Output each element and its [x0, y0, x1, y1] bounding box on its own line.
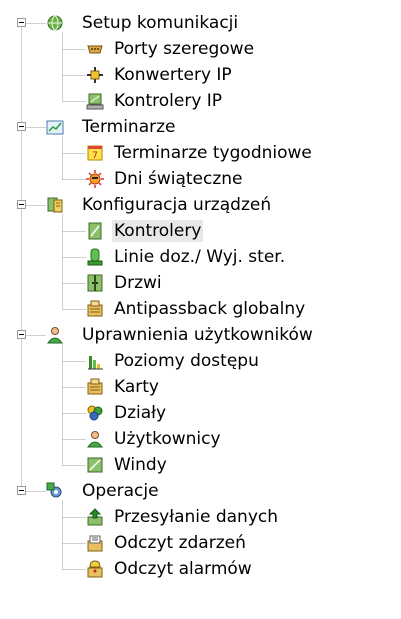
tree-item-drzwi[interactable]: Drzwi: [0, 270, 401, 296]
user-icon: [86, 430, 104, 448]
operations-gear-icon: [46, 482, 64, 500]
tree-item-label[interactable]: Odczyt alarmów: [112, 558, 254, 580]
tree-group-setup-komunikacji[interactable]: Setup komunikacji: [0, 10, 401, 36]
tree-item-label[interactable]: Odczyt zdarzeń: [112, 532, 248, 554]
collapse-toggle-icon[interactable]: [17, 200, 26, 209]
line-output-icon: [86, 248, 104, 266]
tree-item-odczyt-alarmow[interactable]: Odczyt alarmów: [0, 556, 401, 582]
tree-item-dni-swiateczne[interactable]: Dni świąteczne: [0, 166, 401, 192]
collapse-toggle-icon[interactable]: [17, 486, 26, 495]
tree-group-label[interactable]: Terminarze: [80, 116, 178, 138]
antipassback-icon: [86, 300, 104, 318]
tree-item-label[interactable]: Karty: [112, 376, 161, 398]
tree-item-label[interactable]: Antipassback globalny: [112, 298, 307, 320]
tree-item-konwertery-ip[interactable]: Konwertery IP: [0, 62, 401, 88]
read-alarms-icon: [86, 560, 104, 578]
tree-item-przesylanie-danych[interactable]: Przesyłanie danych: [0, 504, 401, 530]
collapse-toggle-icon[interactable]: [17, 18, 26, 27]
holiday-sun-icon: [86, 170, 104, 188]
users-permissions-icon: [46, 326, 64, 344]
tree-item-odczyt-zdarzen[interactable]: Odczyt zdarzeń: [0, 530, 401, 556]
data-transfer-icon: [86, 508, 104, 526]
tree-item-label[interactable]: Konwertery IP: [112, 64, 234, 86]
controller-icon: [86, 222, 104, 240]
departments-icon: [86, 404, 104, 422]
tree-item-label[interactable]: Użytkownicy: [112, 428, 223, 450]
navigation-tree: Setup komunikacji Porty szeregowe Konwerte…: [0, 0, 401, 619]
tree-item-karty[interactable]: Karty: [0, 374, 401, 400]
tree-group-konfiguracja-urzadzen[interactable]: Konfiguracja urządzeń: [0, 192, 401, 218]
tree-item-label[interactable]: Terminarze tygodniowe: [112, 142, 314, 164]
tree-item-uzytkownicy[interactable]: Użytkownicy: [0, 426, 401, 452]
tree-group-operacje[interactable]: Operacje: [0, 478, 401, 504]
cards-icon: [86, 378, 104, 396]
tree-group-label[interactable]: Setup komunikacji: [80, 12, 240, 34]
tree-item-label[interactable]: Przesyłanie danych: [112, 506, 280, 528]
tree-item-kontrolery[interactable]: Kontrolery: [0, 218, 401, 244]
tree-item-antipassback-globalny[interactable]: Antipassback globalny: [0, 296, 401, 322]
ip-converter-icon: [86, 66, 104, 84]
svg-text:7: 7: [92, 151, 98, 161]
collapse-toggle-icon[interactable]: [17, 330, 26, 339]
tree-item-label[interactable]: Porty szeregowe: [112, 38, 256, 60]
tree-item-label[interactable]: Działy: [112, 402, 168, 424]
elevator-icon: [86, 456, 104, 474]
tree-item-label[interactable]: Dni świąteczne: [112, 168, 245, 190]
access-level-icon: [86, 352, 104, 370]
tree-item-porty-szeregowe[interactable]: Porty szeregowe: [0, 36, 401, 62]
ip-controller-icon: [86, 92, 104, 110]
tree-item-poziomy-dostepu[interactable]: Poziomy dostępu: [0, 348, 401, 374]
tree-item-dzialy[interactable]: Działy: [0, 400, 401, 426]
tree-item-windy[interactable]: Windy: [0, 452, 401, 478]
tree-group-label[interactable]: Konfiguracja urządzeń: [80, 194, 273, 216]
tree-group-uprawnienia-uzytkownikow[interactable]: Uprawnienia użytkowników: [0, 322, 401, 348]
read-events-icon: [86, 534, 104, 552]
tree-group-label[interactable]: Operacje: [80, 480, 161, 502]
tree-item-label[interactable]: Poziomy dostępu: [112, 350, 261, 372]
tree-group-terminarze[interactable]: Terminarze: [0, 114, 401, 140]
schedule-chart-icon: [46, 118, 64, 136]
door-icon: [86, 274, 104, 292]
tree-item-label[interactable]: Linie doz./ Wyj. ster.: [112, 246, 287, 268]
tree-item-kontrolery-ip[interactable]: Kontrolery IP: [0, 88, 401, 114]
device-config-icon: [46, 196, 64, 214]
tree-item-label[interactable]: Kontrolery IP: [112, 90, 224, 112]
tree-item-label[interactable]: Kontrolery: [112, 220, 204, 242]
tree-item-terminarze-tygodniowe[interactable]: 7 Terminarze tygodniowe: [0, 140, 401, 166]
tree-item-linie-doz-wyj-ster[interactable]: Linie doz./ Wyj. ster.: [0, 244, 401, 270]
globe-network-icon: [46, 14, 64, 32]
collapse-toggle-icon[interactable]: [17, 122, 26, 131]
tree-group-label[interactable]: Uprawnienia użytkowników: [80, 324, 315, 346]
tree-item-label[interactable]: Windy: [112, 454, 169, 476]
tree-item-label[interactable]: Drzwi: [112, 272, 164, 294]
weekly-calendar-icon: 7: [86, 144, 104, 162]
serial-port-icon: [86, 40, 104, 58]
